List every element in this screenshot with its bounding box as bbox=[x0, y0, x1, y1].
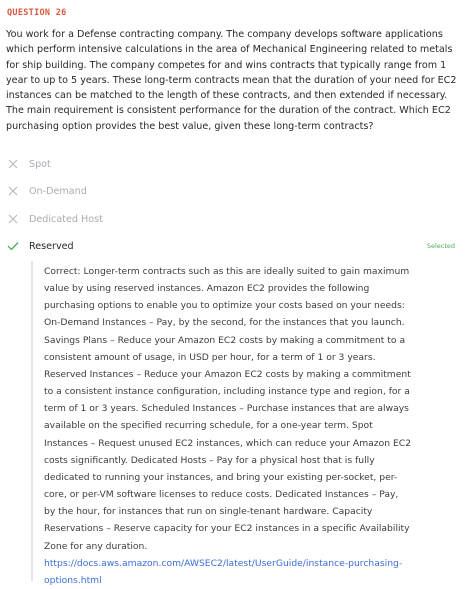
option-spot[interactable]: Spot bbox=[6, 156, 466, 172]
x-icon bbox=[6, 212, 20, 226]
question-number: QUESTION 26 bbox=[7, 8, 67, 18]
explanation-text: Correct: Longer-term contracts such as t… bbox=[44, 263, 412, 589]
option-label: Spot bbox=[29, 158, 51, 170]
x-icon bbox=[6, 157, 20, 171]
option-label: On-Demand bbox=[29, 185, 87, 197]
question-text: You work for a Defense contracting compa… bbox=[6, 29, 457, 132]
option-on-demand[interactable]: On-Demand bbox=[6, 183, 466, 199]
option-label: Reserved bbox=[29, 240, 74, 252]
reference-link[interactable]: https://docs.aws.amazon.com/AWSEC2/lates… bbox=[44, 558, 402, 586]
x-icon bbox=[6, 184, 20, 198]
explanation-panel: Correct: Longer-term contracts such as t… bbox=[31, 261, 473, 586]
explanation-body: Correct: Longer-term contracts such as t… bbox=[44, 266, 412, 552]
option-label: Dedicated Host bbox=[29, 213, 103, 225]
selected-badge: Selected bbox=[426, 242, 455, 250]
check-icon bbox=[6, 239, 20, 253]
option-reserved[interactable]: Reserved Selected bbox=[6, 238, 466, 254]
option-dedicated-host[interactable]: Dedicated Host bbox=[6, 211, 466, 227]
